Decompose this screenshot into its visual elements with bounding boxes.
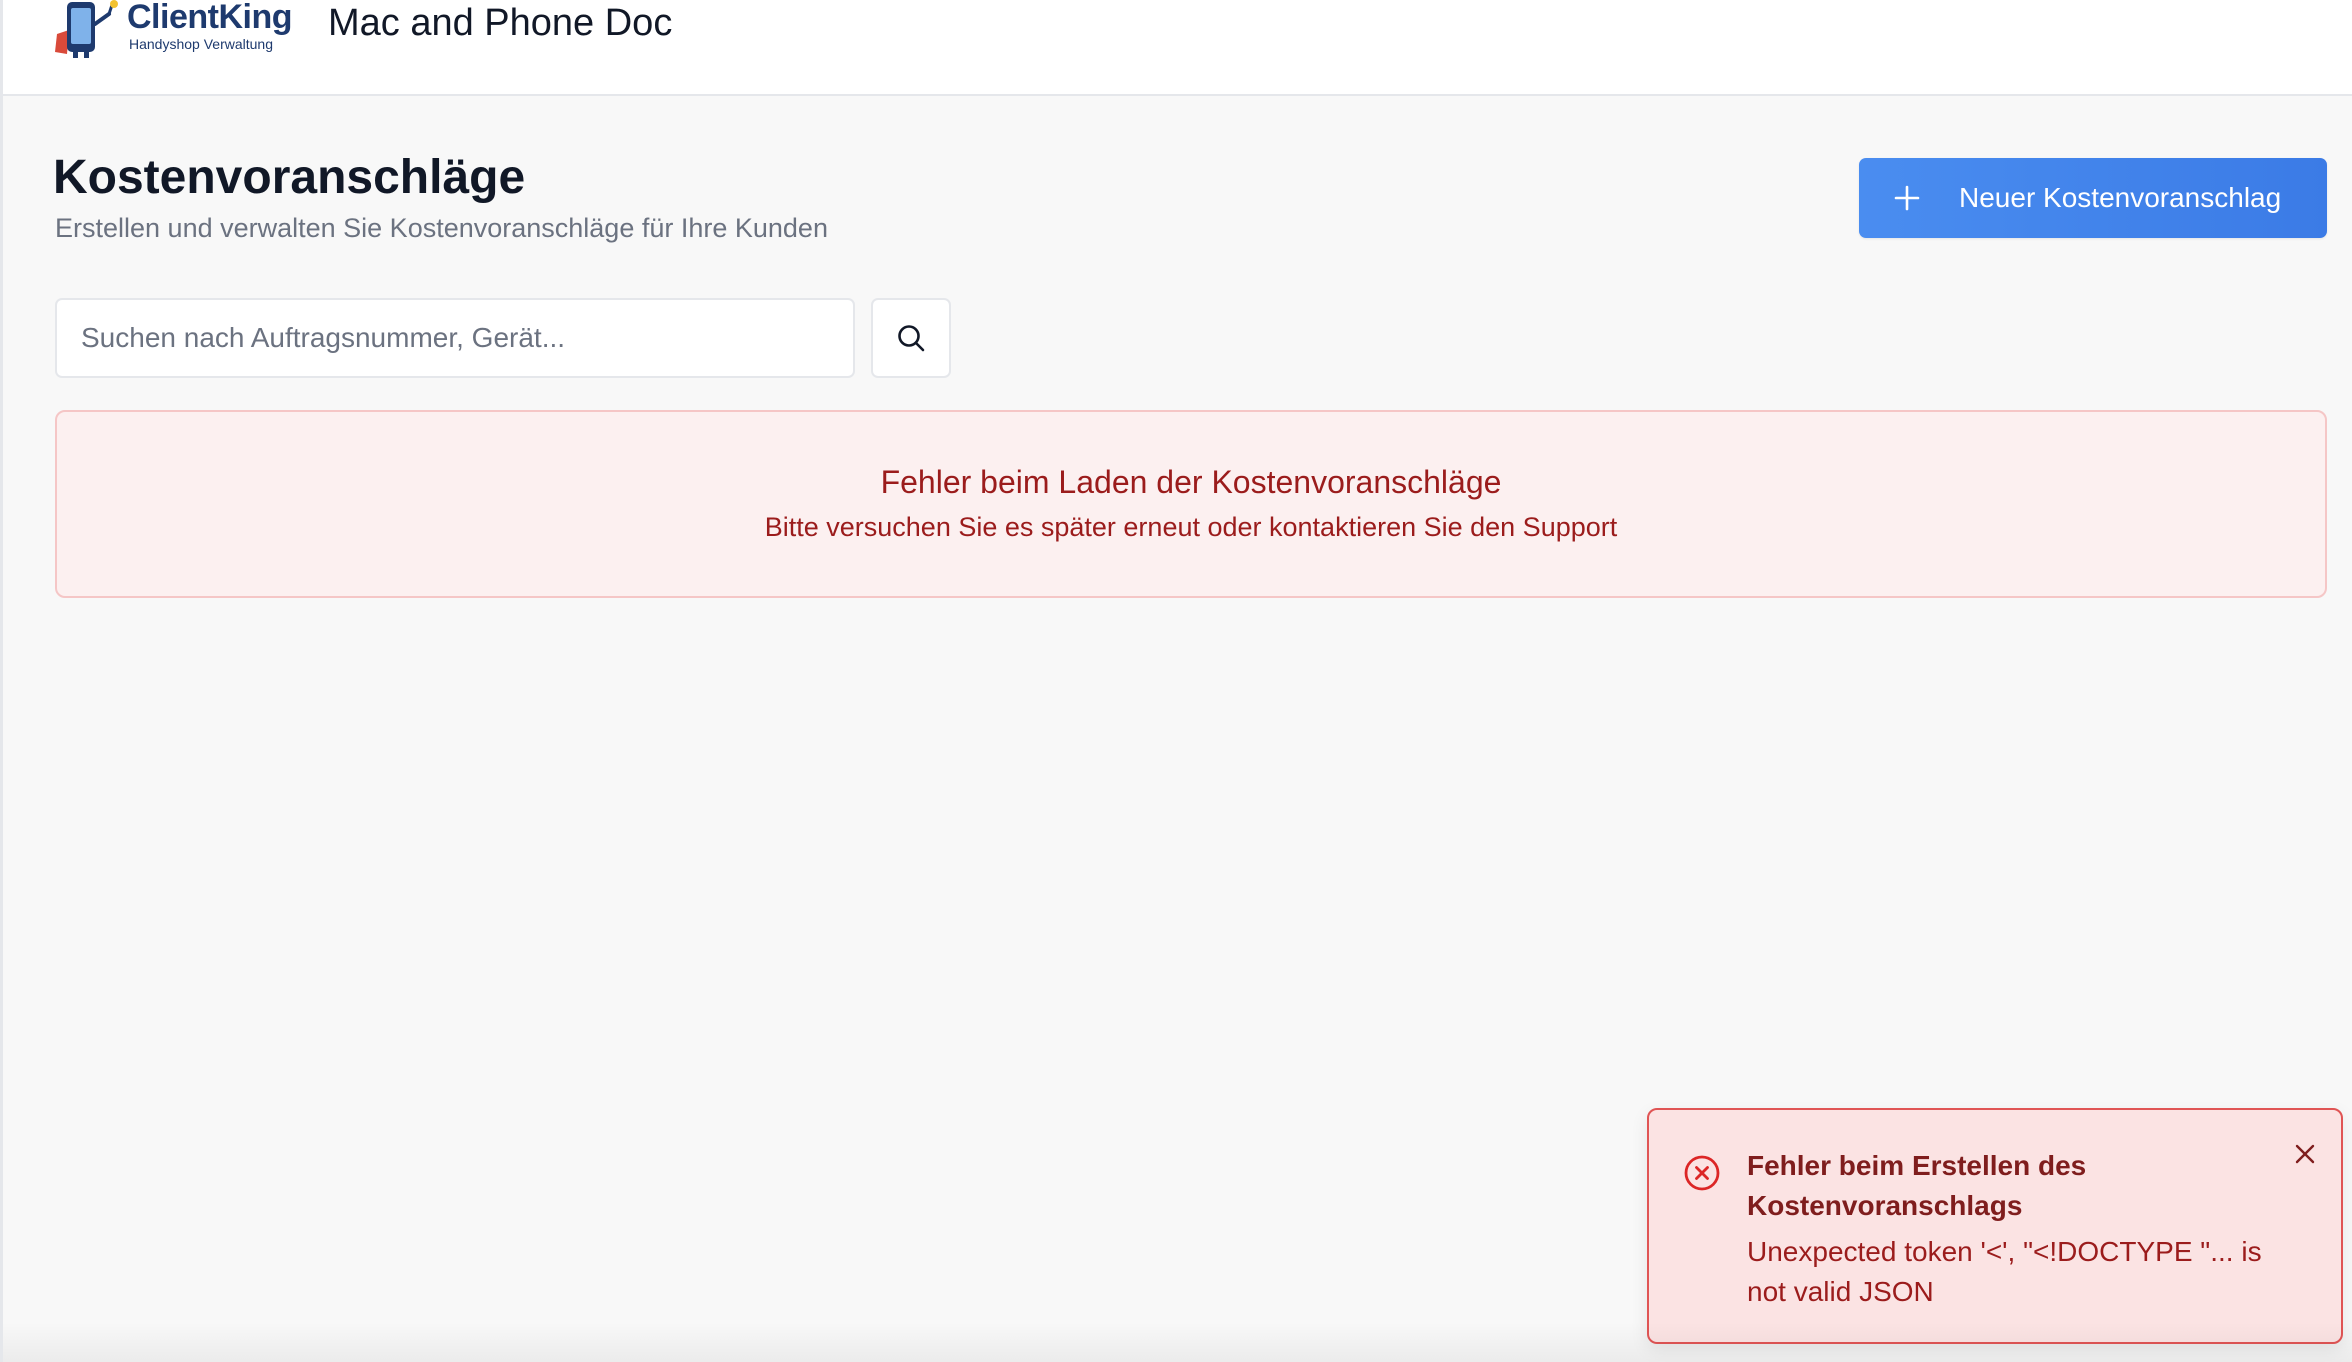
toast-message: Unexpected token '<', "<!DOCTYPE "... is… (1747, 1236, 2262, 1307)
plus-icon (1894, 185, 1920, 211)
search-icon (898, 325, 925, 352)
toast-close-button[interactable] (2287, 1136, 2323, 1172)
logo-name: ClientKing (127, 0, 292, 36)
top-bar: ClientKing Handyshop Verwaltung Mac and … (3, 0, 2352, 96)
error-panel: Fehler beim Laden der Kostenvoranschläge… (55, 410, 2327, 598)
clientking-mascot-icon (55, 0, 118, 58)
new-estimate-button[interactable]: Neuer Kostenvoranschlag (1859, 158, 2327, 238)
logo[interactable]: ClientKing Handyshop Verwaltung (51, 0, 292, 60)
search-button[interactable] (871, 298, 951, 378)
new-estimate-button-label: Neuer Kostenvoranschlag (1959, 182, 2282, 213)
toast-title: Fehler beim Erstellen des Kostenvoransch… (1747, 1150, 2087, 1221)
page-subtitle: Erstellen und verwalten Sie Kostenvorans… (55, 213, 828, 243)
error-message: Bitte versuchen Sie es später erneut ode… (764, 512, 1618, 542)
app-root: ClientKing Handyshop Verwaltung Mac and … (0, 0, 2352, 1362)
error-title: Fehler beim Laden der Kostenvoranschläge (880, 464, 1502, 500)
error-toast: Fehler beim Erstellen des Kostenvoransch… (1647, 1108, 2343, 1344)
page-title: Kostenvoranschläge (53, 151, 526, 204)
search-input[interactable] (55, 298, 855, 378)
logo-subtitle: Handyshop Verwaltung (129, 36, 273, 52)
shop-name: Mac and Phone Doc (328, 2, 673, 44)
close-icon (2295, 1144, 2315, 1164)
x-circle-icon (1684, 1155, 1720, 1191)
